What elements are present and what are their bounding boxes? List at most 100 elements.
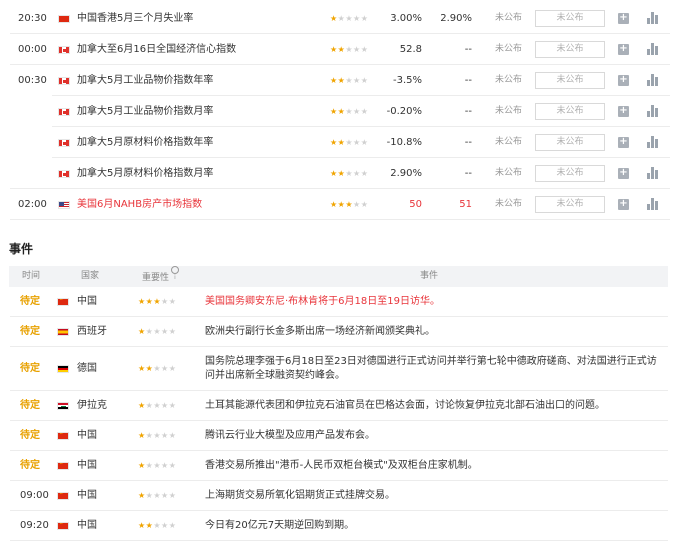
star-filled-icon: ★ [153, 297, 162, 306]
star-empty-icon: ★ [168, 327, 177, 336]
star-empty-icon: ★ [345, 14, 354, 23]
add-alert-icon[interactable]: + [618, 106, 629, 117]
indicator-name[interactable]: 加拿大至6月16日全国经济信心指数 [77, 34, 236, 65]
importance-stars: ★★★★★ [330, 3, 368, 34]
event-description[interactable]: 上海期货交易所氧化铝期货正式挂牌交易。 [205, 489, 665, 503]
header-time: 时间 [22, 271, 41, 281]
star-empty-icon: ★ [153, 461, 162, 470]
indicator-row: 加拿大5月原材料价格指数月率 ★★★★★ 2.90% -- 未公布 未公布 + [0, 158, 680, 189]
previous-value: -3.5% [392, 75, 422, 86]
event-row: 待定 德国 ★★★★★ 国务院总理李强于6月18日至23日对德国进行正式访问并举行第七… [0, 347, 680, 391]
previous-value: 52.8 [399, 44, 422, 55]
event-status: 待定 [20, 460, 40, 471]
indicator-row: 20:30 中国香港5月三个月失业率 ★★★★★ 3.00% 2.90% 未公布 未公布 + [0, 3, 680, 34]
event-row: 待定 中国 ★★★★★ 腾讯云行业大模型及应用产品发布会。 [0, 421, 680, 451]
actual-input-box[interactable]: 未公布 [535, 10, 605, 27]
flag-ca-icon [58, 108, 70, 116]
star-empty-icon: ★ [153, 521, 162, 530]
star-filled-icon: ★ [138, 461, 146, 470]
actual-input-box[interactable]: 未公布 [535, 165, 605, 182]
chart-icon[interactable] [647, 105, 659, 117]
chart-icon[interactable] [647, 43, 659, 55]
release-time: 00:00 [18, 44, 47, 55]
forecast-value: -- [464, 137, 472, 148]
add-alert-icon[interactable]: + [618, 168, 629, 179]
importance-stars: ★★★★★ [330, 65, 368, 96]
event-country: 中国 [77, 490, 97, 501]
importance-stars: ★★★★★ [138, 347, 176, 391]
events-table-header: 时间 国家 重要性 i 事件 [9, 266, 668, 287]
event-description[interactable]: 香港交易所推出"港币-人民币双柜台模式"及双柜台庄家机制。 [205, 459, 665, 473]
star-filled-icon: ★ [138, 401, 146, 410]
importance-stars: ★★★★★ [138, 451, 176, 481]
indicator-name[interactable]: 加拿大5月工业品物价指数年率 [77, 65, 213, 96]
star-filled-icon: ★ [330, 200, 338, 209]
star-empty-icon: ★ [161, 491, 169, 500]
star-empty-icon: ★ [353, 107, 361, 116]
event-status: 待定 [20, 400, 40, 411]
flag-es-icon [57, 328, 69, 336]
event-description[interactable]: 欧洲央行副行长金多斯出席一场经济新闻颁奖典礼。 [205, 325, 665, 339]
forecast-value: -- [464, 168, 472, 179]
star-empty-icon: ★ [168, 461, 177, 470]
actual-input-box[interactable]: 未公布 [535, 196, 605, 213]
event-row: 待定 中国 ★★★★★ 美国国务卿安东尼·布林肯将于6月18日至19日访华。 [0, 287, 680, 317]
event-status: 09:20 [20, 520, 49, 531]
add-alert-icon[interactable]: + [618, 199, 629, 210]
event-status: 待定 [20, 430, 40, 441]
star-empty-icon: ★ [153, 491, 162, 500]
star-empty-icon: ★ [345, 138, 354, 147]
event-row: 09:00 中国 ★★★★★ 上海期货交易所氧化铝期货正式挂牌交易。 [0, 481, 680, 511]
info-icon[interactable]: i [171, 266, 180, 281]
indicator-name[interactable]: 加拿大5月工业品物价指数月率 [77, 96, 213, 127]
star-filled-icon: ★ [138, 297, 146, 306]
star-empty-icon: ★ [360, 107, 369, 116]
add-alert-icon[interactable]: + [618, 44, 629, 55]
star-empty-icon: ★ [353, 169, 361, 178]
actual-input-box[interactable]: 未公布 [535, 72, 605, 89]
indicator-row: 00:30 加拿大5月工业品物价指数年率 ★★★★★ -3.5% -- 未公布 未公布 + [0, 65, 680, 96]
star-filled-icon: ★ [330, 45, 338, 54]
star-empty-icon: ★ [161, 327, 169, 336]
chart-icon[interactable] [647, 198, 659, 210]
actual-input-box[interactable]: 未公布 [535, 103, 605, 120]
event-description[interactable]: 国务院总理李强于6月18日至23日对德国进行正式访问并举行第七轮中德政府磋商、对… [205, 355, 665, 383]
add-alert-icon[interactable]: + [618, 13, 629, 24]
event-description[interactable]: 美国国务卿安东尼·布林肯将于6月18日至19日访华。 [205, 295, 665, 309]
flag-cn-icon [57, 462, 69, 470]
indicator-name[interactable]: 加拿大5月原材料价格指数月率 [77, 158, 213, 189]
event-row: 待定 中国 ★★★★★ 香港交易所推出"港币-人民币双柜台模式"及双柜台庄家机制。 [0, 451, 680, 481]
star-empty-icon: ★ [161, 364, 169, 373]
add-alert-icon[interactable]: + [618, 137, 629, 148]
indicator-name[interactable]: 中国香港5月三个月失业率 [77, 3, 193, 34]
star-empty-icon: ★ [353, 45, 361, 54]
add-alert-icon[interactable]: + [618, 75, 629, 86]
flag-ca-icon [58, 170, 70, 178]
importance-stars: ★★★★★ [138, 511, 176, 541]
previous-value: 3.00% [390, 13, 422, 24]
event-row: 待定 伊拉克 ★★★★★ 土耳其能源代表团和伊拉克石油官员在巴格达会面，讨论恢复伊拉克… [0, 391, 680, 421]
chart-icon[interactable] [647, 74, 659, 86]
event-description[interactable]: 今日有20亿元7天期逆回购到期。 [205, 519, 665, 533]
star-empty-icon: ★ [345, 76, 354, 85]
event-description[interactable]: 土耳其能源代表团和伊拉克石油官员在巴格达会面，讨论恢复伊拉克北部石油出口的问题。 [205, 399, 665, 413]
importance-stars: ★★★★★ [330, 34, 368, 65]
chart-icon[interactable] [647, 167, 659, 179]
event-description[interactable]: 腾讯云行业大模型及应用产品发布会。 [205, 429, 665, 443]
actual-value: 未公布 [495, 75, 523, 85]
indicator-name[interactable]: 美国6月NAHB房产市场指数 [77, 189, 202, 220]
previous-value: 50 [409, 199, 422, 210]
indicator-row: 加拿大5月工业品物价指数月率 ★★★★★ -0.20% -- 未公布 未公布 + [0, 96, 680, 127]
star-empty-icon: ★ [168, 431, 177, 440]
importance-stars: ★★★★★ [138, 481, 176, 511]
star-filled-icon: ★ [138, 431, 146, 440]
indicator-name[interactable]: 加拿大5月原材料价格指数年率 [77, 127, 213, 158]
actual-input-box[interactable]: 未公布 [535, 134, 605, 151]
importance-stars: ★★★★★ [138, 287, 176, 317]
chart-icon[interactable] [647, 136, 659, 148]
actual-input-box[interactable]: 未公布 [535, 41, 605, 58]
event-row: 09:20 中国 ★★★★★ 今日有20亿元7天期逆回购到期。 [0, 511, 680, 541]
chart-icon[interactable] [647, 12, 659, 24]
release-time [18, 158, 48, 189]
star-filled-icon: ★ [138, 521, 146, 530]
